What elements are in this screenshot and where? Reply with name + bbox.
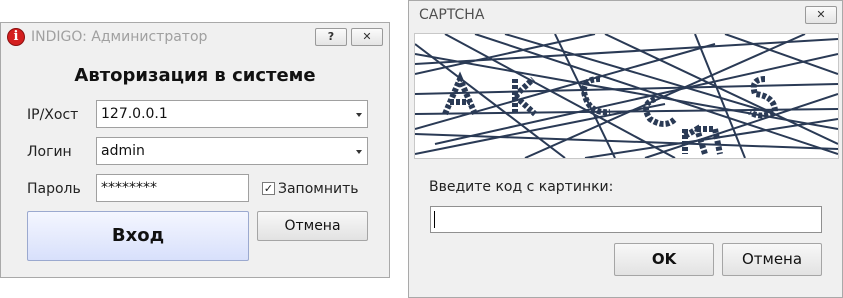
password-label: Пароль: [27, 181, 81, 197]
password-field[interactable]: ********: [96, 174, 249, 202]
ok-button[interactable]: OK: [614, 243, 714, 276]
password-value: ********: [101, 180, 157, 196]
login-titlebar[interactable]: i INDIGO: Администратор ? ✕: [1, 23, 389, 53]
close-button[interactable]: ✕: [805, 6, 837, 24]
captcha-prompt: Введите код с картинки:: [429, 179, 614, 195]
cancel-button[interactable]: Отмена: [257, 211, 368, 241]
text-caret: [434, 211, 435, 228]
login-window-title: INDIGO: Администратор: [31, 29, 208, 45]
login-combobox[interactable]: admin: [96, 137, 368, 165]
help-button[interactable]: ?: [315, 28, 347, 46]
captcha-window-title: CAPTCHA: [419, 7, 485, 23]
info-icon: i: [7, 28, 25, 46]
remember-checkbox[interactable]: ✓: [262, 182, 275, 195]
login-value: admin: [101, 143, 145, 159]
login-button[interactable]: Вход: [27, 211, 249, 261]
chevron-down-icon[interactable]: [356, 150, 362, 154]
captcha-image: [414, 33, 839, 159]
captcha-graphic: [415, 34, 838, 158]
chevron-down-icon[interactable]: [356, 113, 362, 117]
close-button[interactable]: ✕: [351, 28, 383, 46]
captcha-window: CAPTCHA ✕ Введите код с картинки: OK Отм…: [408, 0, 843, 298]
host-value: 127.0.0.1: [101, 106, 168, 122]
login-window: i INDIGO: Администратор ? ✕ Авторизация …: [0, 22, 390, 278]
remember-label[interactable]: Запомнить: [278, 181, 359, 197]
login-label: Логин: [27, 144, 72, 160]
host-label: IP/Хост: [27, 107, 79, 123]
login-heading: Авторизация в системе: [74, 65, 316, 86]
captcha-cancel-button[interactable]: Отмена: [722, 243, 822, 276]
captcha-code-input[interactable]: [430, 206, 822, 233]
captcha-titlebar[interactable]: CAPTCHA ✕: [409, 1, 842, 31]
host-combobox[interactable]: 127.0.0.1: [96, 100, 368, 128]
